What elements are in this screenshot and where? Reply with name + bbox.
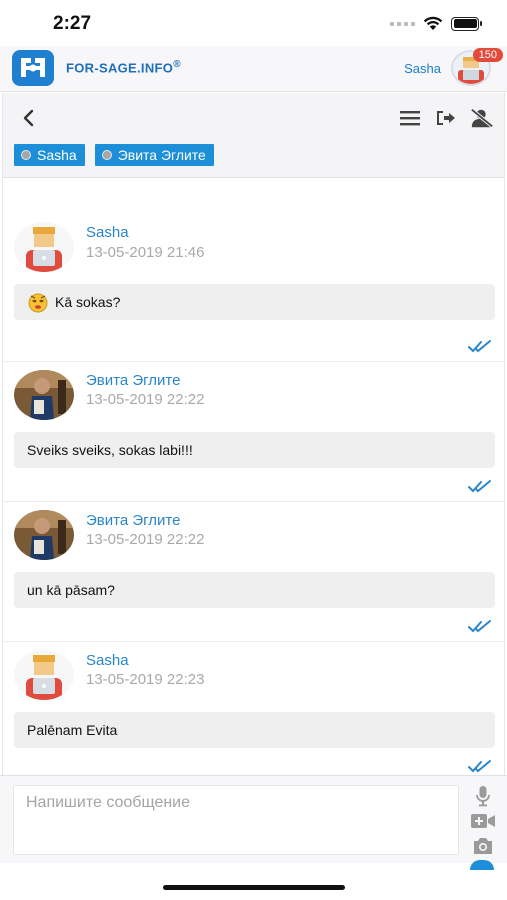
brand-name[interactable]: FOR-SAGE.INFO®	[66, 59, 181, 75]
status-time: 2:27	[53, 13, 92, 34]
header-avatar[interactable]: 150	[451, 48, 503, 88]
chevron-left-icon	[23, 109, 34, 127]
status-dot-icon	[101, 150, 112, 160]
participant-name: Sasha	[37, 147, 77, 163]
message-bubble[interactable]: Sveiks sveiks, sokas labi!!!	[14, 432, 495, 468]
remove-user-button[interactable]	[470, 107, 494, 129]
avatar[interactable]	[14, 370, 74, 420]
camera-icon	[474, 838, 492, 854]
message-text: Palēnam Evita	[27, 722, 118, 738]
message-text: un kā pāsam?	[27, 582, 115, 598]
add-video-button[interactable]	[471, 810, 495, 832]
message-bubble[interactable]: Palēnam Evita	[14, 712, 495, 748]
message-time: 13-05-2019 22:23	[86, 671, 205, 688]
message-item: Эвита Эглите 13-05-2019 22:22 Sveiks sve…	[3, 362, 504, 502]
double-check-icon	[468, 340, 491, 353]
status-icons	[390, 16, 482, 31]
message-item: Sasha 13-05-2019 21:46 Kā sokas?	[3, 222, 504, 362]
avatar[interactable]	[14, 650, 74, 700]
double-check-icon	[468, 620, 491, 633]
emoji-icon	[27, 291, 49, 313]
signal-icon	[390, 21, 415, 26]
microphone-icon	[476, 786, 490, 807]
toolbar-actions	[398, 107, 494, 129]
message-list[interactable]: Sasha 13-05-2019 21:46 Kā sokas? Эвита Э…	[2, 179, 505, 775]
double-check-icon	[468, 480, 491, 493]
message-author[interactable]: Эвита Эглите	[86, 372, 180, 389]
message-bubble[interactable]: Kā sokas?	[14, 284, 495, 320]
battery-icon	[451, 16, 482, 31]
message-time: 13-05-2019 21:46	[86, 244, 205, 261]
user-slash-icon	[470, 108, 494, 128]
status-bar: 2:27	[0, 0, 507, 46]
sign-out-icon	[437, 111, 455, 125]
menu-icon	[400, 111, 420, 126]
message-composer	[0, 775, 507, 863]
message-item: Эвита Эглите 13-05-2019 22:22 un kā pāsa…	[3, 502, 504, 642]
participant-name: Эвита Эглите	[117, 147, 206, 163]
back-button[interactable]	[17, 107, 39, 129]
avatar[interactable]	[14, 510, 74, 560]
participant-chip[interactable]: Эвита Эглите	[94, 144, 214, 166]
avatar[interactable]	[14, 222, 74, 272]
message-text: Sveiks sveiks, sokas labi!!!	[27, 442, 193, 458]
message-text: Kā sokas?	[55, 294, 121, 310]
chat-toolbar: Sasha Эвита Эглите	[2, 93, 505, 178]
participant-chip[interactable]: Sasha	[14, 144, 85, 166]
notification-badge: 150	[472, 48, 503, 62]
leave-chat-button[interactable]	[434, 107, 458, 129]
message-bubble[interactable]: un kā pāsam?	[14, 572, 495, 608]
message-item: Sasha 13-05-2019 22:23 Palēnam Evita	[3, 642, 504, 775]
header-username[interactable]: Sasha	[404, 61, 441, 76]
participant-chips: Sasha Эвита Эглите	[14, 144, 214, 166]
wifi-icon	[423, 16, 443, 30]
message-time: 13-05-2019 22:22	[86, 391, 205, 408]
menu-button[interactable]	[398, 107, 422, 129]
voice-message-button[interactable]	[471, 785, 495, 807]
app-header: FOR-SAGE.INFO® Sasha 150	[0, 46, 507, 92]
logo-icon[interactable]	[12, 50, 54, 86]
home-indicator[interactable]	[163, 885, 345, 890]
message-author[interactable]: Sasha	[86, 652, 129, 669]
message-author[interactable]: Эвита Эглите	[86, 512, 180, 529]
camera-button[interactable]	[471, 835, 495, 857]
status-dot-icon	[21, 150, 31, 160]
message-time: 13-05-2019 22:22	[86, 531, 205, 548]
message-input[interactable]	[13, 785, 459, 855]
send-button[interactable]	[470, 860, 494, 870]
message-author[interactable]: Sasha	[86, 224, 129, 241]
double-check-icon	[468, 760, 491, 773]
composer-actions	[471, 785, 495, 857]
video-plus-icon	[471, 814, 495, 828]
